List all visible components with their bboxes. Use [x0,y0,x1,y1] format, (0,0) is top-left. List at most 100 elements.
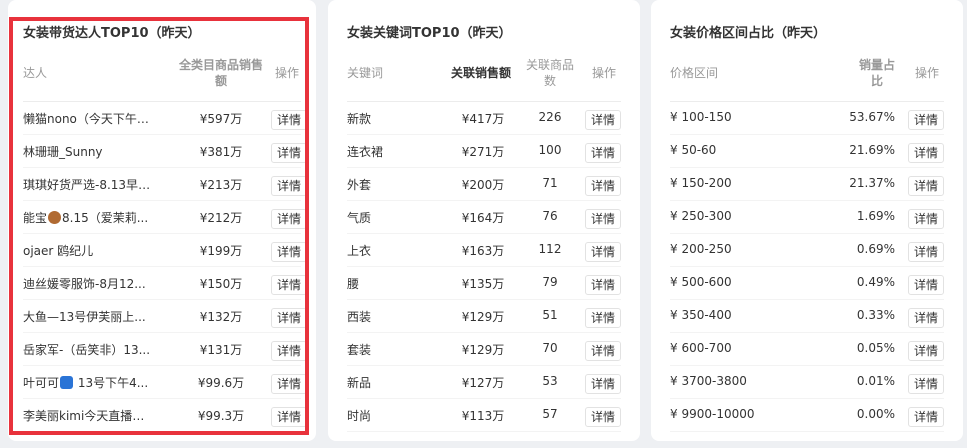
details-button[interactable]: 详情 [908,407,945,427]
sales-value: ¥213万 [199,178,243,192]
table-row: 新品 ¥127万 53 详情 [347,366,622,399]
table-row: 大鱼—13号伊芙丽上... ¥132万 详情 [23,300,308,333]
influencer-name[interactable]: 懒猫nono（今天下午1... [23,110,153,127]
details-button[interactable]: 详情 [271,308,308,328]
col-header-sales-line2: 额 [214,74,227,88]
influencer-table-body: 懒猫nono（今天下午1... ¥597万 详情 林珊珊_Sunny ¥381万 详情 琪琪… [23,102,308,432]
influencer-name[interactable]: 大鱼—13号伊芙丽上... [23,308,153,325]
keyword: 西装 [347,310,372,324]
table-row: ¥ 600-700 0.05% 详情 [670,333,945,366]
details-button[interactable]: 详情 [271,242,308,262]
keyword: 新款 [347,112,372,126]
col-header-action: 操作 [275,66,300,80]
details-button[interactable]: 详情 [908,242,945,262]
col-header-share-line2: 比 [870,74,883,88]
details-button[interactable]: 详情 [271,110,308,130]
sales-share: 0.33% [856,308,895,322]
table-row: ¥ 50-60 21.69% 详情 [670,135,945,168]
related-count: 112 [538,242,562,256]
details-button[interactable]: 详情 [908,308,945,328]
details-button[interactable]: 详情 [271,275,308,295]
influencer-top10-card: 女装带货达人TOP10（昨天） 达人 全类目商品销售 额 操作 懒猫nono（今… [8,0,316,441]
table-row: 套装 ¥129万 70 详情 [347,333,622,366]
keyword-table-body: 新款 ¥417万 226 详情 连衣裙 ¥271万 100 详情 外套 ¥200万 71 详情 气质 ¥1… [347,102,622,432]
keyword: 气质 [347,211,372,225]
related-sales: ¥200万 [461,178,505,192]
details-button[interactable]: 详情 [908,209,945,229]
keyword: 腰 [347,277,360,291]
details-button[interactable]: 详情 [271,374,308,394]
influencer-name[interactable]: 叶可可 13号下午4... [23,374,153,391]
details-button[interactable]: 详情 [585,143,622,163]
table-row: 叶可可 13号下午4... ¥99.6万 详情 [23,366,308,399]
table-row: 林珊珊_Sunny ¥381万 详情 [23,135,308,168]
table-row: 岳家军-（岳笑非）13... ¥131万 详情 [23,333,308,366]
col-header-sales-share: 销量占 比 [854,57,900,89]
details-button[interactable]: 详情 [271,176,308,196]
table-row: ¥ 3700-3800 0.01% 详情 [670,366,945,399]
table-row: ¥ 150-200 21.37% 详情 [670,168,945,201]
influencer-name[interactable]: 迪丝媛零服饰-8月12... [23,275,153,292]
col-header-action: 操作 [915,66,940,80]
influencer-name[interactable]: 岳家军-（岳笑非）13... [23,341,153,358]
influencer-name[interactable]: 能宝 8.15（爱茉莉... [23,209,153,226]
keyword: 连衣裙 [347,145,384,159]
col-header-count-line2: 数 [543,74,556,88]
col-header-keyword: 关键词 [347,66,384,80]
influencer-name-text: 大鱼—13号伊芙丽上... [23,310,146,324]
price-table-body: ¥ 100-150 53.67% 详情 ¥ 50-60 21.69% 详情 ¥ 150-20… [670,102,945,432]
influencer-card-title: 女装带货达人TOP10（昨天） [23,26,201,41]
details-button[interactable]: 详情 [585,110,622,130]
influencer-name-text: 岳家军-（岳笑非）13... [23,343,151,357]
col-header-count-line1: 关联商品 [525,58,574,72]
col-header-related-sales: 关联销售额 [451,66,512,80]
related-count: 71 [542,176,558,190]
influencer-name[interactable]: 琪琪好货严选-8.13早6... [23,176,153,193]
details-button[interactable]: 详情 [908,110,945,130]
influencer-name-text: 琪琪好货严选-8.13早6... [23,178,153,192]
related-sales: ¥135万 [461,277,505,291]
influencer-name-text: 懒猫nono（今天下午1... [23,112,153,126]
details-button[interactable]: 详情 [585,374,622,394]
details-button[interactable]: 详情 [271,341,308,361]
price-range: ¥ 3700-3800 [670,374,747,388]
influencer-name[interactable]: ojaer 鸥纪儿 [23,242,153,259]
details-button[interactable]: 详情 [585,242,622,262]
details-button[interactable]: 详情 [585,308,622,328]
related-count: 100 [538,143,562,157]
details-button[interactable]: 详情 [908,176,945,196]
related-sales: ¥164万 [461,211,505,225]
col-header-share-line1: 销量占 [858,58,895,72]
related-count: 53 [542,374,558,388]
related-sales: ¥129万 [461,310,505,324]
details-button[interactable]: 详情 [908,374,945,394]
details-button[interactable]: 详情 [585,407,622,427]
related-count: 70 [542,341,558,355]
influencer-name[interactable]: 李美丽kimi今天直播临... [23,407,153,424]
table-row: 琪琪好货严选-8.13早6... ¥213万 详情 [23,168,308,201]
details-button[interactable]: 详情 [271,407,308,427]
details-button[interactable]: 详情 [908,143,945,163]
price-range: ¥ 500-600 [670,275,732,289]
influencer-name[interactable]: 林珊珊_Sunny [23,143,153,160]
related-sales: ¥113万 [461,409,505,423]
sales-value: ¥212万 [199,211,243,225]
related-sales: ¥417万 [461,112,505,126]
details-button[interactable]: 详情 [908,341,945,361]
details-button[interactable]: 详情 [271,209,308,229]
price-range: ¥ 100-150 [670,110,732,124]
details-button[interactable]: 详情 [585,275,622,295]
sales-share: 0.49% [856,275,895,289]
sales-value: ¥150万 [199,277,243,291]
keyword-card-title: 女装关键词TOP10（昨天） [347,26,512,41]
col-header-action: 操作 [592,66,617,80]
details-button[interactable]: 详情 [271,143,308,163]
sales-value: ¥132万 [199,310,243,324]
related-count: 226 [538,110,562,124]
details-button[interactable]: 详情 [908,275,945,295]
sales-share: 21.69% [849,143,895,157]
details-button[interactable]: 详情 [585,209,622,229]
details-button[interactable]: 详情 [585,341,622,361]
details-button[interactable]: 详情 [585,176,622,196]
price-table-header: 价格区间 销量占 比 操作 [670,56,944,102]
